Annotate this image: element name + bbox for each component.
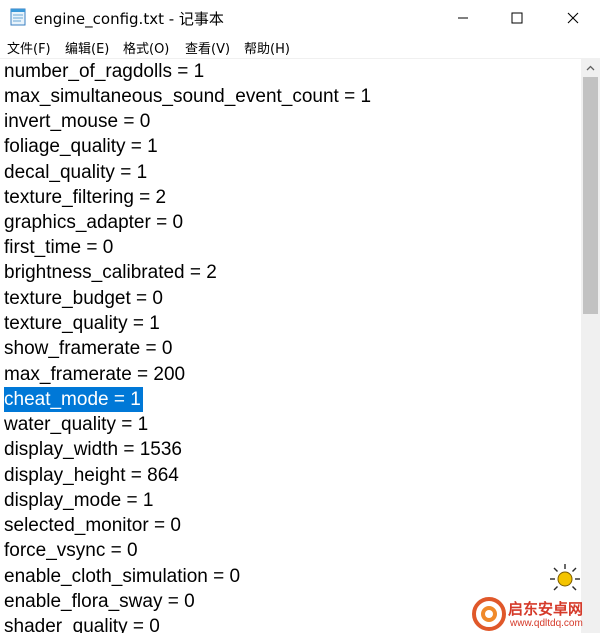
scrollbar-thumb[interactable] <box>583 77 598 314</box>
text-line[interactable]: enable_cloth_simulation = 0 <box>4 564 240 589</box>
text-line[interactable]: invert_mouse = 0 <box>4 109 150 134</box>
text-line[interactable]: selected_monitor = 0 <box>4 513 181 538</box>
watermark-url: www.qdltdq.com <box>510 618 583 629</box>
text-line[interactable]: graphics_adapter = 0 <box>4 210 183 235</box>
minimize-icon <box>458 17 468 19</box>
text-line[interactable]: first_time = 0 <box>4 235 113 260</box>
text-line[interactable]: display_height = 864 <box>4 463 179 488</box>
text-line[interactable]: max_simultaneous_sound_event_count = 1 <box>4 84 371 109</box>
text-editor[interactable]: number_of_ragdolls = 1 max_simultaneous_… <box>0 59 581 633</box>
text-line[interactable]: decal_quality = 1 <box>4 160 147 185</box>
sun-decoration-icon <box>550 564 580 591</box>
text-line[interactable]: texture_budget = 0 <box>4 286 163 311</box>
text-line[interactable]: show_framerate = 0 <box>4 336 172 361</box>
text-line[interactable]: force_vsync = 0 <box>4 538 138 563</box>
text-line[interactable]: shader_quality = 0 <box>4 614 160 633</box>
menu-edit[interactable]: 编辑(E) <box>65 38 109 57</box>
menu-view[interactable]: 查看(V) <box>185 38 230 57</box>
title-bar[interactable]: engine_config.txt - 记事本 <box>0 0 600 36</box>
selected-text-line[interactable]: cheat_mode = 1 <box>4 387 143 412</box>
text-line[interactable]: texture_quality = 1 <box>4 311 160 336</box>
menu-bar: 文件(F) 编辑(E) 格式(O) 查看(V) 帮助(H) <box>0 36 600 59</box>
notepad-icon <box>10 8 26 26</box>
text-line[interactable]: foliage_quality = 1 <box>4 134 158 159</box>
text-line[interactable]: max_framerate = 200 <box>4 362 185 387</box>
text-line[interactable]: texture_filtering = 2 <box>4 185 166 210</box>
maximize-icon <box>511 12 523 24</box>
vertical-scrollbar[interactable] <box>581 59 600 633</box>
chevron-up-icon <box>586 65 595 70</box>
text-line[interactable]: enable_flora_sway = 0 <box>4 589 195 614</box>
scroll-up-button[interactable] <box>581 59 600 76</box>
text-line[interactable]: brightness_calibrated = 2 <box>4 260 217 285</box>
menu-format[interactable]: 格式(O) <box>123 38 169 57</box>
close-icon <box>567 12 579 24</box>
text-line[interactable]: number_of_ragdolls = 1 <box>4 59 204 84</box>
menu-help[interactable]: 帮助(H) <box>244 38 290 57</box>
maximize-button[interactable] <box>490 0 544 36</box>
watermark: 启东安卓网 www.qdltdq.com <box>472 597 600 633</box>
watermark-title: 启东安卓网 <box>508 600 584 618</box>
minimize-button[interactable] <box>436 0 490 36</box>
window-title: engine_config.txt - 记事本 <box>34 10 224 28</box>
text-line[interactable]: display_width = 1536 <box>4 437 182 462</box>
text-line[interactable]: display_mode = 1 <box>4 488 153 513</box>
text-line[interactable]: water_quality = 1 <box>4 412 148 437</box>
watermark-logo-icon <box>472 597 506 631</box>
menu-file[interactable]: 文件(F) <box>7 38 51 57</box>
notepad-window: engine_config.txt - 记事本 文件(F) 编辑(E) 格式(O… <box>0 0 600 633</box>
close-button[interactable] <box>546 0 600 36</box>
